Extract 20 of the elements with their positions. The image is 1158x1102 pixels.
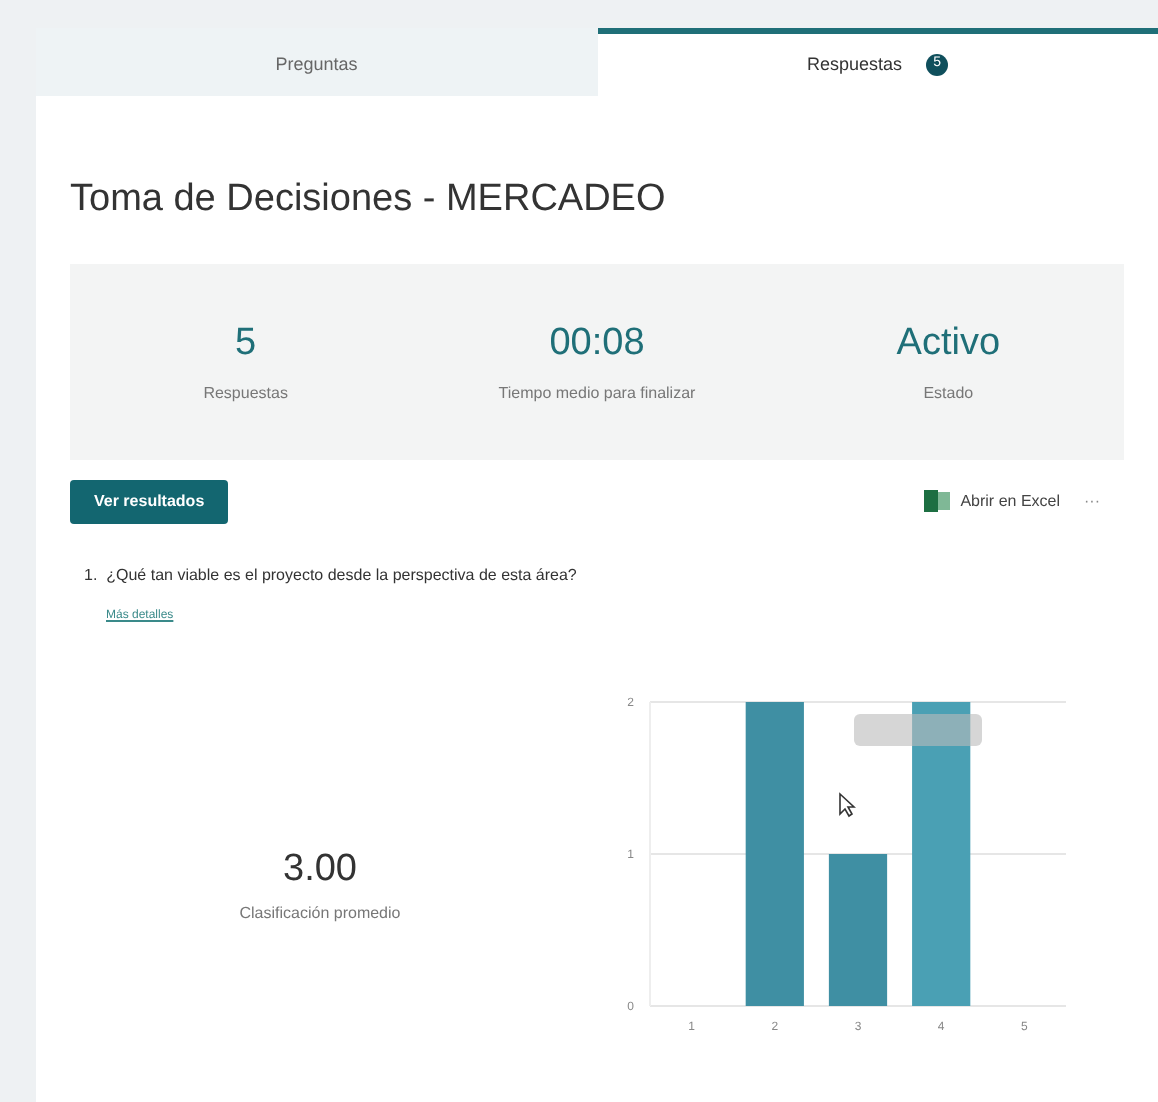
stat-value: 00:08: [549, 320, 645, 369]
tooltip-box: [854, 713, 982, 745]
question-text: 1. ¿Qué tan viable es el proyecto desde la perspectiva de esta área?: [84, 563, 579, 587]
average-value: 3.00: [283, 845, 357, 893]
stat-label: Estado: [923, 381, 974, 406]
bar[interactable]: [828, 853, 888, 1005]
more-button[interactable]: ···: [1084, 489, 1100, 513]
form-title: Toma de Decisiones - MERCADEO: [70, 176, 668, 224]
average-label: Clasificación promedio: [239, 902, 401, 926]
stat-label: Respuestas: [203, 381, 288, 406]
bar[interactable]: [912, 701, 971, 1005]
stat-label: Tiempo medio para finalizar: [498, 381, 696, 406]
stat-value: 5: [235, 320, 257, 369]
spreadsheet-icon: [924, 490, 951, 512]
bar[interactable]: [745, 701, 804, 1005]
open-excel-link[interactable]: Abrir en Excel: [924, 489, 1060, 513]
view-results-button[interactable]: Ver resultados: [70, 479, 229, 523]
tab[interactable]: Preguntas: [36, 28, 597, 96]
cursor-icon: [838, 791, 856, 817]
stat-value: Activo: [896, 320, 1001, 369]
